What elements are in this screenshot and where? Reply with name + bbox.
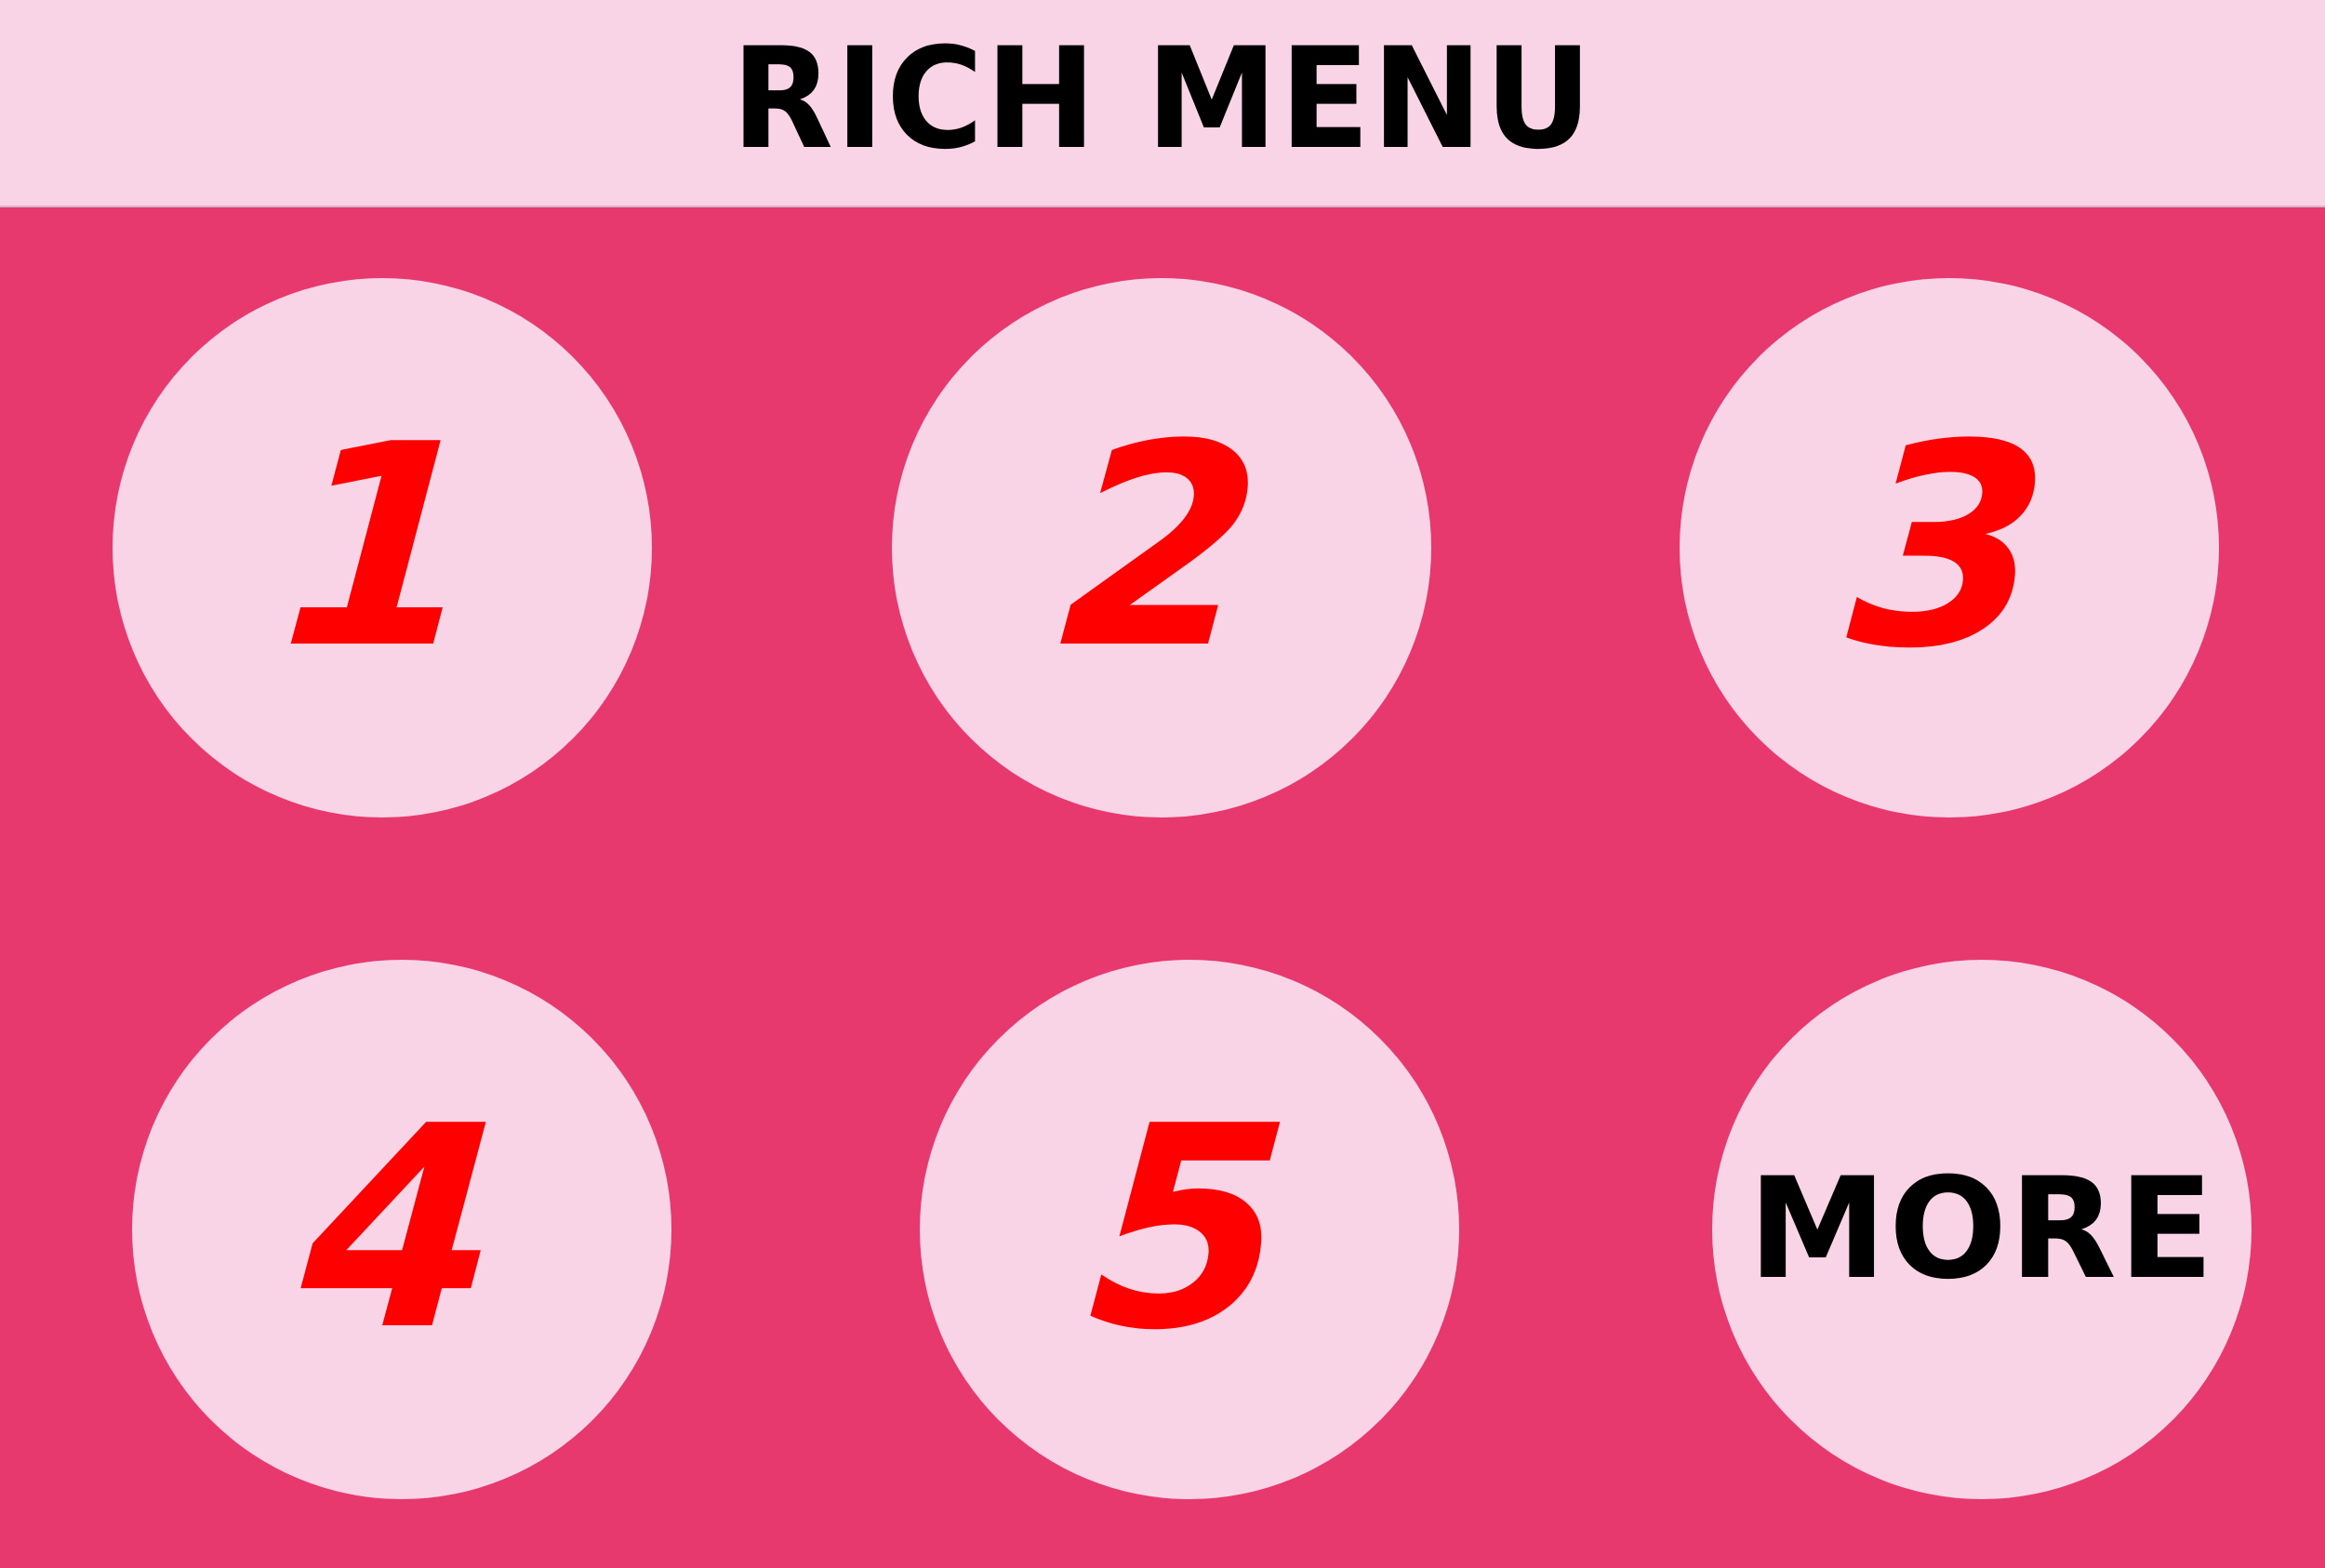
menu-button-2-label: 2	[1053, 385, 1270, 710]
header-bar: RICH MENU	[0, 0, 2325, 207]
menu-button-2[interactable]: 2	[892, 278, 1431, 817]
more-button[interactable]: MORE	[1712, 960, 2252, 1499]
menu-button-3[interactable]: 3	[1680, 278, 2219, 817]
more-button-label: MORE	[1747, 1149, 2216, 1310]
menu-button-5-label: 5	[1081, 1067, 1298, 1391]
menu-button-1[interactable]: 1	[113, 278, 652, 817]
menu-button-4[interactable]: 4	[132, 960, 671, 1499]
menu-button-3-label: 3	[1840, 385, 2058, 710]
menu-button-5[interactable]: 5	[920, 960, 1459, 1499]
menu-button-4-label: 4	[293, 1067, 511, 1391]
menu-button-1-label: 1	[273, 385, 491, 710]
page-title: RICH MENU	[731, 18, 1594, 180]
